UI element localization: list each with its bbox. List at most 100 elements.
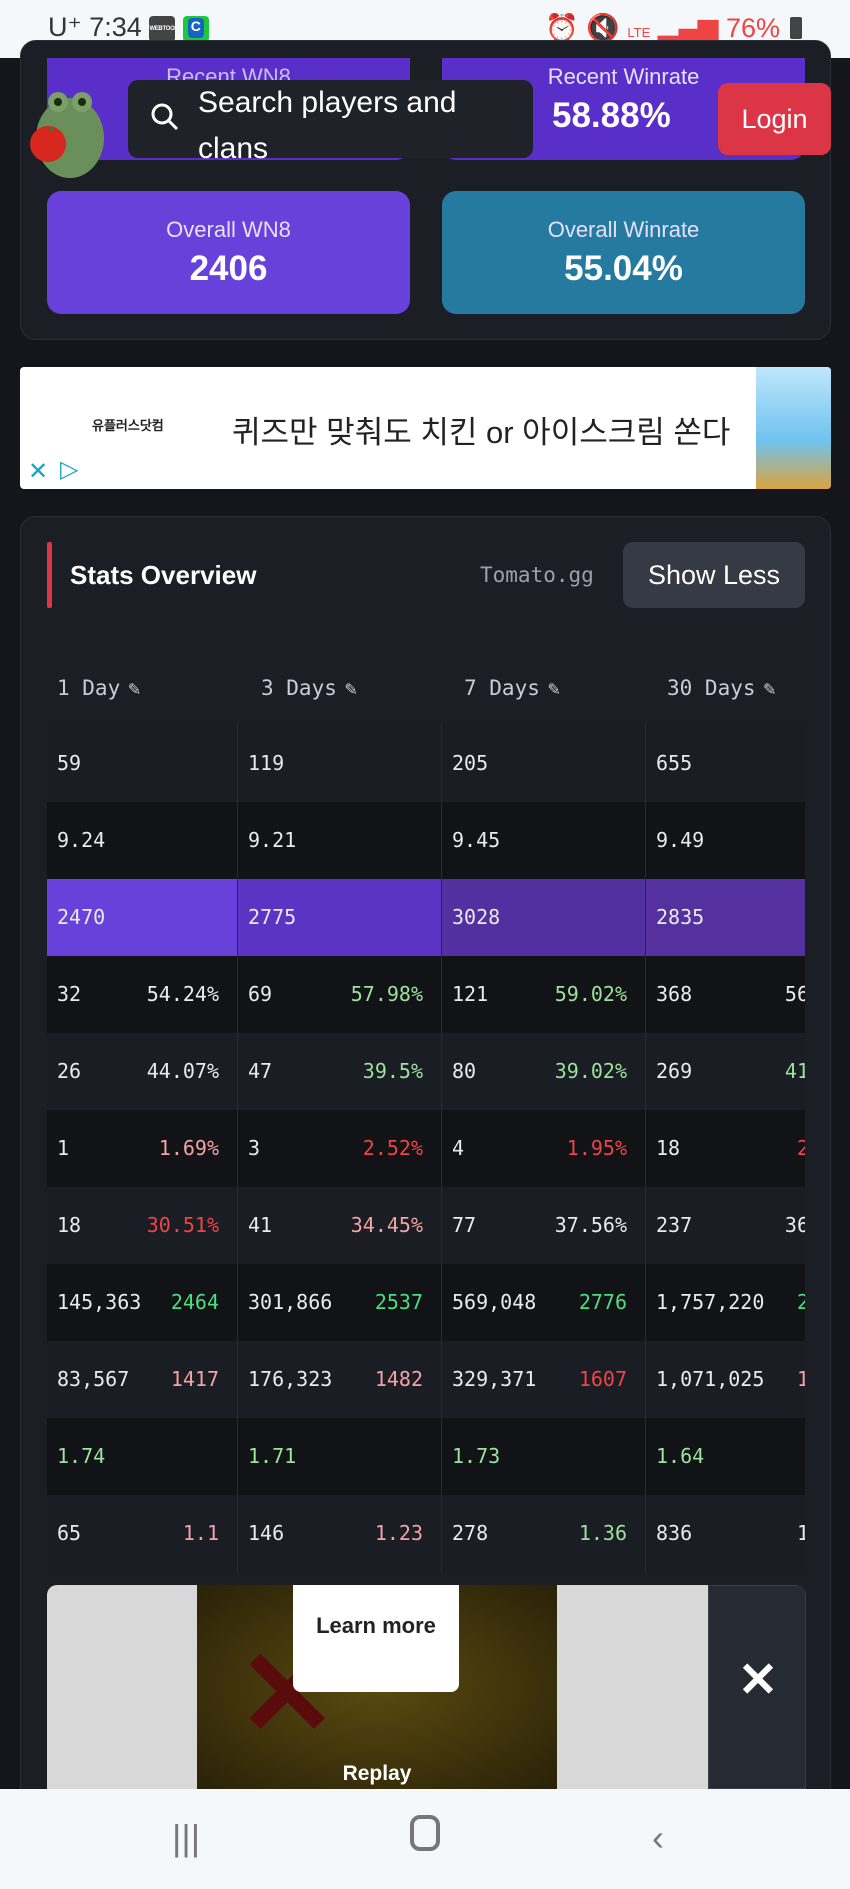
cell-secondary-value: 57.98% — [350, 982, 423, 1006]
cell-value: 146 — [248, 1521, 285, 1545]
cell-value: 18 — [656, 1136, 681, 1160]
status-left: U⁺ 7:34 WEBTOON — [48, 12, 209, 43]
signal-icon: ▂▄▆ — [657, 13, 719, 43]
cell-value: 65 — [57, 1521, 82, 1545]
table-cell: 2470 — [47, 879, 238, 956]
cell-value: 9.49 — [656, 828, 705, 852]
video-ad[interactable]: ✕ ✕ Learn more Replay — [47, 1585, 806, 1789]
table-row: 2470 2775 3028 2835 — [47, 879, 805, 956]
table-cell: 278 1.36 — [442, 1495, 646, 1571]
table-row: 1.74 1.71 1.73 1.64 — [47, 1418, 805, 1495]
overall-wn8-box: Overall WN8 2406 — [47, 191, 410, 314]
table-cell: 269 41 — [646, 1033, 805, 1110]
navigation-bar: ||| ‹ — [0, 1789, 850, 1889]
table-cell: 4 1.95% — [442, 1110, 646, 1187]
table-cell: 3028 — [442, 879, 646, 956]
cell-value: 41 — [248, 1213, 273, 1237]
stats-table: 59 119 205 655 9.24 9.21 9.45 9.49 2470 2775 3028 2… — [47, 725, 805, 1571]
cell-value: 2775 — [248, 905, 297, 929]
table-cell: 119 — [238, 725, 442, 802]
pencil-icon[interactable]: ✎ — [128, 676, 140, 700]
cell-secondary-value: 1 — [797, 1341, 805, 1418]
table-cell: 301,866 2537 — [238, 1264, 442, 1341]
table-cell: 205 — [442, 725, 646, 802]
ad-close-panel[interactable]: ✕ — [708, 1585, 806, 1789]
table-cell: 1 1.69% — [47, 1110, 238, 1187]
table-row: 9.24 9.21 9.45 9.49 — [47, 802, 805, 879]
replay-button[interactable]: Replay — [197, 1762, 557, 1786]
cell-secondary-value: 44.07% — [146, 1059, 219, 1083]
table-cell: 145,363 2464 — [47, 1264, 238, 1341]
column-header-1-day[interactable]: 1 Day ✎ — [57, 676, 140, 700]
table-cell: 1,071,025 1 — [646, 1341, 805, 1418]
login-button[interactable]: Login — [718, 83, 831, 155]
show-less-button[interactable]: Show Less — [623, 542, 805, 608]
table-cell: 1.74 — [47, 1418, 238, 1495]
search-input[interactable]: Search players and clans — [128, 80, 533, 165]
pencil-icon[interactable]: ✎ — [764, 676, 776, 700]
pencil-icon[interactable]: ✎ — [548, 676, 560, 700]
table-cell: 1.73 — [442, 1418, 646, 1495]
close-icon[interactable]: ✕ — [709, 1652, 806, 1708]
cell-value: 269 — [656, 1059, 693, 1083]
cell-value: 26 — [57, 1059, 82, 1083]
learn-more-button[interactable]: Learn more — [293, 1585, 459, 1692]
cell-value: 176,323 — [248, 1367, 333, 1391]
ad-side-panel — [47, 1585, 197, 1789]
table-row: 18 30.51% 41 34.45% 77 37.56% 237 36 — [47, 1187, 805, 1264]
ad-choices-icon[interactable]: ▷ — [60, 455, 78, 484]
cell-value: 237 — [656, 1213, 693, 1237]
cell-value: 1.73 — [452, 1444, 501, 1468]
ad-close-icon[interactable]: ✕ — [28, 457, 48, 486]
table-cell: 2835 — [646, 879, 805, 956]
cell-secondary-value: 1417 — [170, 1367, 219, 1391]
table-cell: 3 2.52% — [238, 1110, 442, 1187]
banner-ad[interactable]: 유플러스닷컴 퀴즈만 맞춰도 치킨 or 아이스크림 쏜다 ✕ ▷ — [20, 367, 831, 489]
ad-brand: 유플러스닷컴 — [92, 418, 164, 433]
table-cell: 2775 — [238, 879, 442, 956]
cell-value: 145,363 — [57, 1290, 142, 1314]
alarm-icon: ⏰ — [545, 13, 579, 43]
cell-secondary-value: 37.56% — [554, 1213, 627, 1237]
table-cell: 47 39.5% — [238, 1033, 442, 1110]
cell-value: 1 — [57, 1136, 70, 1160]
cell-secondary-value: 2 — [797, 1264, 805, 1341]
home-icon[interactable] — [410, 1815, 440, 1851]
table-cell: 59 — [47, 725, 238, 802]
table-row: 59 119 205 655 — [47, 725, 805, 802]
cell-secondary-value: 1 — [797, 1495, 805, 1571]
cell-secondary-value: 1482 — [374, 1367, 423, 1391]
table-cell: 18 2 — [646, 1110, 805, 1187]
cell-value: 1,757,220 — [656, 1290, 765, 1314]
pencil-icon[interactable]: ✎ — [345, 676, 357, 700]
column-header-3-days[interactable]: 3 Days ✎ — [261, 676, 357, 700]
search-placeholder: Search players and clans — [198, 86, 457, 165]
column-header-7-days[interactable]: 7 Days ✎ — [464, 676, 560, 700]
cell-value: 1.71 — [248, 1444, 297, 1468]
overall-wn8-label: Overall WN8 — [166, 217, 291, 242]
network-type: LTE — [627, 25, 651, 40]
column-header-30-days[interactable]: 30 Days ✎ — [667, 676, 776, 700]
back-icon[interactable]: ‹ — [652, 1817, 664, 1859]
cell-secondary-value: 30.51% — [146, 1213, 219, 1237]
table-row: 26 44.07% 47 39.5% 80 39.02% 269 41 — [47, 1033, 805, 1110]
overall-winrate-box: Overall Winrate 55.04% — [442, 191, 805, 314]
cell-value: 205 — [452, 751, 489, 775]
cell-secondary-value: 1.36 — [578, 1521, 627, 1545]
cell-value: 301,866 — [248, 1290, 333, 1314]
recent-apps-icon[interactable]: ||| — [172, 1817, 200, 1859]
table-cell: 9.45 — [442, 802, 646, 879]
cell-value: 278 — [452, 1521, 489, 1545]
overall-wn8-value: 2406 — [189, 249, 268, 288]
table-cell: 77 37.56% — [442, 1187, 646, 1264]
table-row: 1 1.69% 3 2.52% 4 1.95% 18 2 — [47, 1110, 805, 1187]
cell-secondary-value: 34.45% — [350, 1213, 423, 1237]
cell-secondary-value: 2537 — [374, 1290, 423, 1314]
table-cell: 329,371 1607 — [442, 1341, 646, 1418]
tomato-frog-logo[interactable] — [28, 86, 104, 178]
cell-value: 77 — [452, 1213, 477, 1237]
column-label: 30 Days — [667, 676, 756, 700]
cell-value: 121 — [452, 982, 489, 1006]
cell-value: 119 — [248, 751, 285, 775]
cell-secondary-value: 41 — [784, 1059, 805, 1083]
